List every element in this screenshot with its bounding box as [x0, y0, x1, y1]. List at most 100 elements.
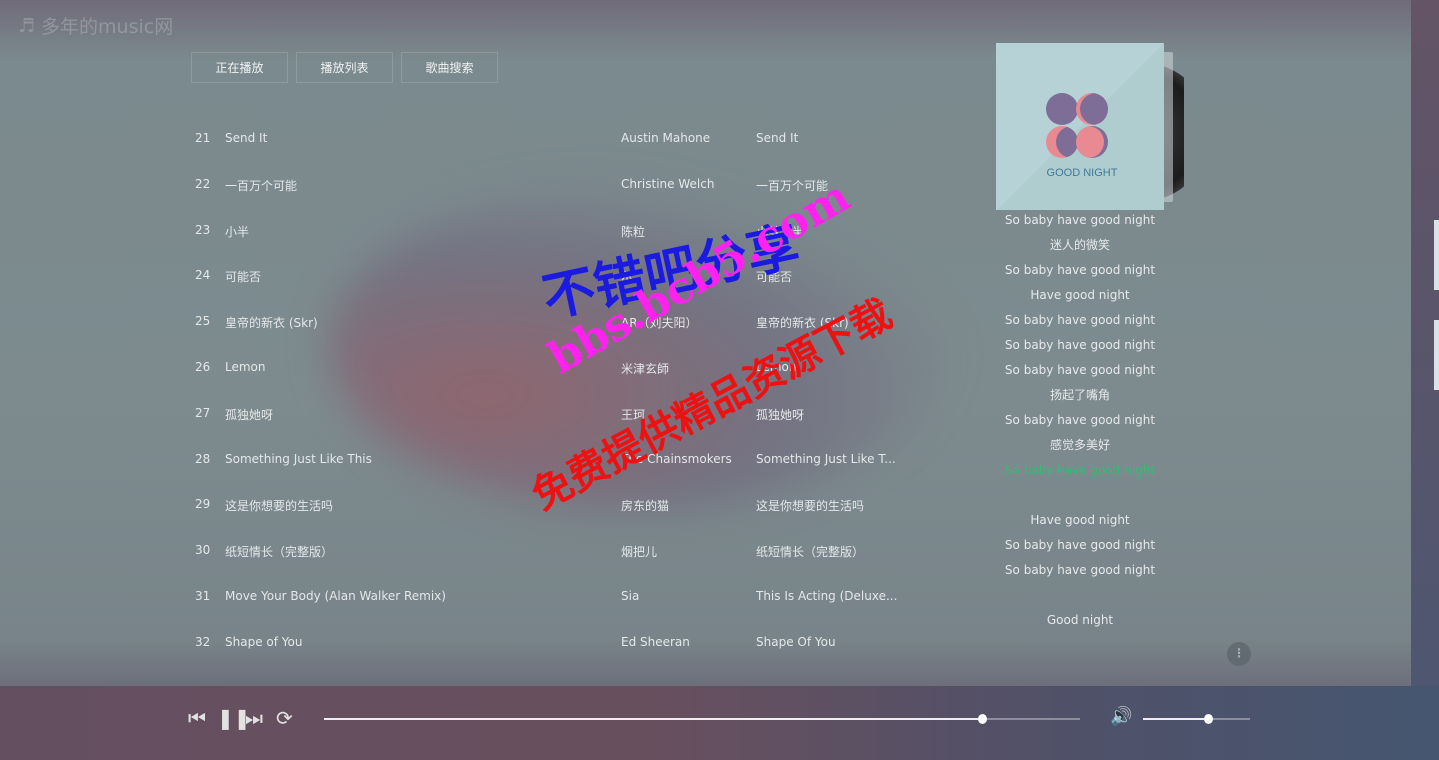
song-artist: Austin Mahone	[621, 131, 711, 145]
song-album: 孤独她呀	[756, 407, 805, 422]
song-row[interactable]: 29 这是你想要的生活吗 房东的猫 这是你想要的生活吗	[191, 497, 911, 517]
song-number: 27	[195, 405, 211, 420]
song-album: 皇帝的新衣 (Skr)	[756, 316, 849, 331]
lyric-line: So baby have good night	[1004, 463, 1156, 477]
song-album: Send It	[756, 131, 799, 145]
tab-now-playing[interactable]: 正在播放	[191, 52, 288, 83]
song-artist: Christine Welch	[621, 176, 715, 191]
song-artist: Ed Sheeran	[621, 634, 690, 649]
progress-slider[interactable]	[324, 714, 1080, 724]
lyric-line: So baby have good night	[1004, 313, 1156, 327]
lyric-line: So baby have good night	[1004, 563, 1156, 577]
song-number: 30	[195, 543, 211, 558]
app-logo[interactable]: ♬ 多年的music网	[18, 12, 173, 39]
lyric-line: Have good night	[1030, 288, 1130, 302]
lyric-line: So baby have good night	[1004, 413, 1156, 427]
song-row[interactable]: 26 Lemon 米津玄師 Lemon	[191, 360, 911, 380]
song-number: 21	[195, 131, 211, 145]
song-number: 25	[195, 314, 211, 329]
repeat-icon[interactable]: ⟳	[276, 706, 293, 730]
lyric-line: Have good night	[1030, 513, 1130, 527]
song-title: 这是你想要的生活吗	[225, 499, 334, 514]
tab-search[interactable]: 歌曲搜索	[401, 52, 498, 83]
volume-fill	[1143, 718, 1209, 720]
song-title: 皇帝的新衣 (Skr)	[225, 316, 318, 331]
song-number: 29	[195, 497, 211, 512]
song-title: 孤独她呀	[225, 407, 274, 422]
song-row[interactable]: 22 一百万个可能 Christine Welch 一百万个可能	[191, 177, 911, 197]
song-row[interactable]: 27 孤独她呀 王珂 孤独她呀	[191, 406, 911, 426]
song-artist: 米津玄師	[621, 362, 670, 376]
song-album: 小梦大半	[756, 224, 805, 239]
scrollbar[interactable]	[1434, 320, 1439, 390]
song-number: 24	[195, 268, 211, 283]
song-number: 26	[195, 360, 211, 374]
volume-icon[interactable]: 🔊	[1110, 706, 1132, 727]
song-row[interactable]: 31 Move Your Body (Alan Walker Remix) Sia T…	[191, 589, 911, 609]
song-artist: AR（刘夫阳）	[621, 316, 698, 331]
song-artist: 王珂	[621, 407, 646, 422]
song-title: 小半	[225, 224, 250, 239]
lyric-line: So baby have good night	[1004, 363, 1156, 377]
progress-handle[interactable]	[977, 714, 987, 724]
music-note-icon: ♬	[18, 14, 36, 37]
song-artist: 烟把儿	[621, 545, 658, 560]
lyric-line	[990, 483, 1170, 508]
song-album: Shape Of You	[756, 634, 836, 649]
volume-slider[interactable]	[1143, 714, 1250, 724]
progress-fill	[324, 718, 982, 720]
song-artist: 房东的猫	[621, 499, 670, 514]
song-number: 22	[195, 176, 211, 191]
song-title: 可能否	[225, 270, 262, 285]
tab-bar: 正在播放 播放列表 歌曲搜索	[191, 52, 498, 83]
song-album: This Is Acting (Deluxe...	[756, 589, 898, 603]
song-title: Shape of You	[225, 634, 303, 649]
song-artist: 陈粒	[621, 224, 646, 239]
song-number: 31	[195, 589, 211, 603]
song-album: 这是你想要的生活吗	[756, 499, 865, 514]
player-bar	[0, 686, 1439, 760]
song-album: Something Just Like T...	[756, 451, 896, 466]
lyric-line: So baby have good night	[1004, 338, 1156, 352]
song-row[interactable]: 25 皇帝的新衣 (Skr) AR（刘夫阳） 皇帝的新衣 (Skr)	[191, 314, 911, 334]
song-album: 一百万个可能	[756, 178, 829, 193]
lyric-line: So baby have good night	[1004, 263, 1156, 277]
lyric-line: So baby have good night	[1004, 538, 1156, 552]
next-icon[interactable]: ⏭	[245, 706, 263, 730]
cover-text: GOOD NIGHT	[1047, 167, 1118, 179]
song-title: 一百万个可能	[225, 178, 298, 193]
song-album: 可能否	[756, 270, 793, 285]
lyric-line: 感觉多美好	[1049, 438, 1110, 452]
app-title: 多年的music网	[41, 16, 174, 38]
song-album: Lemon	[756, 360, 797, 374]
song-title: Move Your Body (Alan Walker Remix)	[225, 589, 446, 603]
song-row[interactable]: 21 Send It Austin Mahone Send It	[191, 131, 911, 151]
more-options-button[interactable]: ⋮	[1227, 642, 1251, 666]
song-title: Something Just Like This	[225, 451, 372, 466]
song-number: 28	[195, 451, 211, 466]
song-artist: 尔	[621, 270, 634, 285]
song-number: 32	[195, 634, 211, 649]
album-art: GOOD NIGHT	[1046, 93, 1118, 179]
scrollbar[interactable]	[1434, 220, 1439, 290]
main-area	[0, 0, 1411, 686]
song-row[interactable]: 28 Something Just Like This The Chainsmoke…	[191, 452, 911, 472]
song-title: Send It	[225, 131, 268, 145]
song-row[interactable]: 24 可能否 尔 可能否	[191, 268, 911, 288]
song-row[interactable]: 23 小半 陈粒 小梦大半	[191, 223, 911, 243]
lyrics-panel: So baby have good night 迷人的微笑 So baby have…	[990, 212, 1170, 632]
song-album: 纸短情长（完整版）	[756, 545, 865, 560]
song-title: Lemon	[225, 360, 266, 374]
tab-playlist[interactable]: 播放列表	[296, 52, 393, 83]
previous-icon[interactable]: ⏮	[188, 706, 206, 730]
song-artist: The Chainsmokers	[621, 451, 732, 466]
song-row[interactable]: 32 Shape of You Ed Sheeran Shape Of You	[191, 635, 911, 655]
lyric-line: So baby have good night	[1004, 213, 1156, 227]
song-number: 23	[195, 222, 211, 237]
lyric-line: 扬起了嘴角	[1049, 388, 1110, 402]
song-artist: Sia	[621, 589, 640, 603]
lyric-line	[990, 583, 1170, 608]
song-title: 纸短情长（完整版）	[225, 545, 334, 560]
album-cover: GOOD NIGHT	[996, 43, 1164, 210]
song-row[interactable]: 30 纸短情长（完整版） 烟把儿 纸短情长（完整版）	[191, 543, 911, 563]
